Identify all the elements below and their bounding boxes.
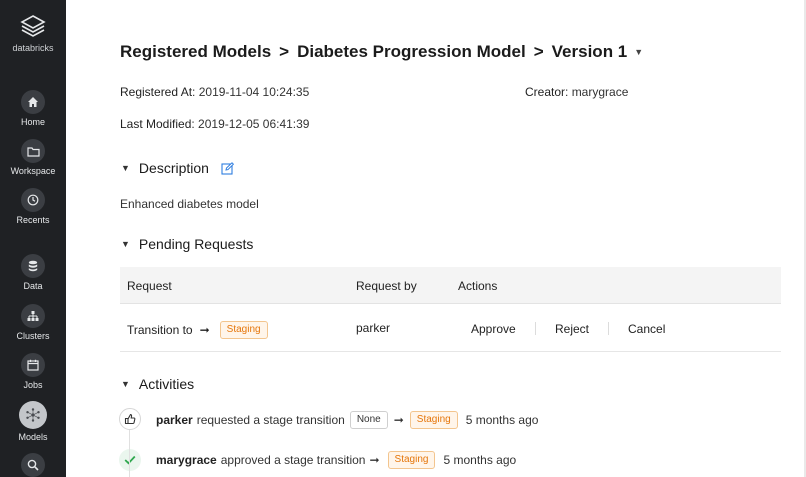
databricks-logo[interactable]: databricks — [0, 14, 66, 53]
creator: Creator: marygrace — [525, 85, 628, 99]
sidebar-item-home[interactable]: Home — [0, 90, 66, 127]
activity-time: 5 months ago — [443, 453, 517, 467]
stage-badge: Staging — [219, 321, 268, 339]
search-icon — [21, 453, 45, 477]
stage-badge: Staging — [409, 411, 458, 429]
breadcrumb-model[interactable]: Diabetes Progression Model — [297, 42, 526, 62]
folder-icon — [21, 139, 45, 163]
request-by-cell: parker — [356, 321, 391, 335]
divider — [535, 322, 536, 335]
sidebar: databricks Home Workspace Recents Data C… — [0, 0, 66, 477]
sidebar-item-clusters[interactable]: Clusters — [0, 304, 66, 341]
table-header: Request Request by Actions — [120, 267, 781, 304]
caret-down-icon: ▼ — [634, 47, 644, 57]
database-icon — [21, 254, 45, 278]
breadcrumb-separator: > — [533, 42, 544, 61]
clock-icon — [21, 188, 45, 212]
divider — [608, 322, 609, 335]
sidebar-item-label: Workspace — [10, 166, 56, 176]
activity-item: marygrace approved a stage transition ➞ … — [156, 451, 516, 469]
stage-badge-none: None — [349, 411, 388, 429]
sidebar-item-recents[interactable]: Recents — [0, 188, 66, 225]
pending-requests-heading: Pending Requests — [138, 236, 254, 252]
caret-down-icon: ▼ — [121, 239, 130, 249]
column-header-request-by: Request by — [356, 279, 417, 293]
sidebar-item-label: Clusters — [16, 331, 50, 341]
arrow-right-icon: ➞ — [393, 413, 404, 427]
sidebar-item-label: Models — [18, 432, 48, 442]
cluster-icon — [21, 304, 45, 328]
table-row: Transition to ➞ Staging parker Approve R… — [120, 305, 781, 352]
home-icon — [21, 90, 45, 114]
calendar-icon — [21, 353, 45, 377]
breadcrumb: Registered Models > Diabetes Progression… — [120, 42, 643, 62]
edit-icon[interactable] — [221, 161, 234, 175]
breadcrumb-separator: > — [279, 42, 290, 61]
version-selector[interactable]: Version 1 ▼ — [552, 42, 644, 62]
creator-label: Creator — [525, 85, 566, 99]
pending-requests-section-header[interactable]: ▼ Pending Requests — [121, 236, 253, 252]
approve-button[interactable]: Approve — [471, 322, 516, 336]
caret-down-icon: ▼ — [121, 379, 130, 389]
last-modified-label: Last Modified — [120, 117, 192, 131]
check-icon — [119, 449, 141, 471]
request-cell: Transition to ➞ Staging — [127, 321, 268, 339]
breadcrumb-registered-models[interactable]: Registered Models — [120, 42, 271, 62]
last-modified-value: 2019-12-05 06:41:39 — [198, 117, 310, 131]
activity-text: requested a stage transition — [196, 413, 345, 427]
request-text: Transition to — [127, 323, 193, 337]
version-label: Version 1 — [551, 42, 628, 61]
hand-pointer-icon — [119, 408, 141, 430]
description-section-header[interactable]: ▼ Description — [121, 160, 234, 176]
stage-badge: Staging — [387, 451, 436, 469]
sidebar-item-jobs[interactable]: Jobs — [0, 353, 66, 390]
sidebar-item-label: Home — [20, 117, 45, 127]
sidebar-item-label: Recents — [16, 215, 50, 225]
timeline-line — [129, 430, 130, 477]
activity-user: parker — [156, 413, 193, 427]
cancel-button[interactable]: Cancel — [628, 322, 665, 336]
registered-at-value: 2019-11-04 10:24:35 — [198, 85, 310, 99]
registered-at: Registered At: 2019-11-04 10:24:35 — [120, 85, 309, 99]
sidebar-item-data[interactable]: Data — [0, 254, 66, 291]
sidebar-item-search[interactable] — [0, 453, 66, 477]
colon: : — [565, 85, 572, 99]
activity-time: 5 months ago — [465, 413, 539, 427]
sidebar-item-models[interactable]: Models — [0, 401, 66, 442]
arrow-right-icon: ➞ — [369, 453, 380, 467]
colon: : — [192, 85, 199, 99]
column-header-request: Request — [127, 279, 172, 293]
activity-user: marygrace — [156, 453, 217, 467]
sidebar-item-label: Jobs — [23, 380, 43, 390]
description-text: Enhanced diabetes model — [120, 197, 259, 211]
sidebar-item-workspace[interactable]: Workspace — [0, 139, 66, 176]
databricks-logo-icon — [20, 15, 46, 37]
models-icon — [19, 401, 47, 429]
activity-item: parker requested a stage transition None… — [156, 411, 538, 429]
activity-text: approved a stage transition — [220, 453, 366, 467]
last-modified: Last Modified: 2019-12-05 06:41:39 — [120, 117, 309, 131]
caret-down-icon: ▼ — [121, 163, 130, 173]
arrow-right-icon: ➞ — [199, 323, 210, 337]
column-header-actions: Actions — [458, 279, 498, 293]
sidebar-item-label: Data — [23, 281, 43, 291]
activities-heading: Activities — [138, 376, 195, 392]
description-heading: Description — [138, 160, 209, 176]
registered-at-label: Registered At — [120, 85, 193, 99]
logo-label: databricks — [12, 43, 54, 53]
reject-button[interactable]: Reject — [555, 322, 589, 336]
creator-value: marygrace — [571, 85, 629, 99]
activities-section-header[interactable]: ▼ Activities — [121, 376, 194, 392]
